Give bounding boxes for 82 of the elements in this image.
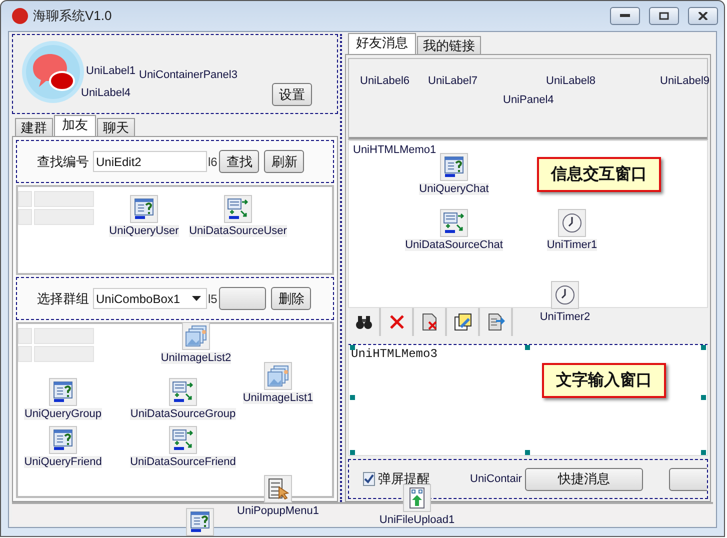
close-button[interactable]: [688, 7, 718, 25]
label: UniLabel8: [546, 75, 596, 87]
maximize-button[interactable]: [649, 7, 679, 25]
button[interactable]: 查找: [219, 150, 260, 173]
document-delete-icon: [420, 313, 438, 331]
label: UniLabel7: [428, 75, 478, 87]
label: UniContainerPanel3: [139, 69, 238, 81]
selection-handle[interactable]: [525, 450, 530, 455]
memo-text: UniHTMLMemo3: [351, 347, 438, 361]
tab[interactable]: 聊天: [97, 118, 135, 136]
table-question-icon[interactable]: [49, 378, 77, 406]
clock-icon[interactable]: [551, 281, 579, 309]
field-label: 查找编号: [37, 152, 90, 170]
selection-handle[interactable]: [350, 395, 355, 400]
dropdown[interactable]: UniComboBox1: [93, 288, 207, 309]
component-label: UniImageList1: [242, 392, 314, 404]
close-icon: [698, 12, 708, 20]
label: UniHTMLMemo1: [353, 144, 436, 156]
close-icon: [388, 313, 406, 331]
component-label: UniTimer2: [540, 311, 590, 323]
table-question-icon[interactable]: [49, 426, 77, 454]
label: UniLabel6: [360, 75, 410, 87]
table-arrows-icon[interactable]: [224, 195, 252, 223]
button[interactable]: 刷新: [264, 150, 304, 173]
table-arrows-icon[interactable]: [169, 426, 197, 454]
callout-label: 文字输入窗口: [542, 363, 666, 398]
clock-icon[interactable]: [558, 209, 586, 237]
button[interactable]: 快捷消息: [524, 468, 643, 490]
selection-handle[interactable]: [350, 450, 355, 455]
tab[interactable]: 加友: [54, 115, 96, 136]
component-label: UniFileUpload1: [379, 514, 455, 526]
menu-list-icon[interactable]: [264, 475, 292, 503]
component-label: UniDataSourceGroup: [130, 408, 236, 420]
label: l5: [208, 292, 218, 306]
stacked-pictures-icon[interactable]: [182, 322, 210, 350]
callout-label: 信息交互窗口: [537, 157, 661, 192]
stacked-pictures-icon[interactable]: [264, 362, 292, 390]
selection-handle[interactable]: [701, 395, 706, 400]
document-edit-icon: [454, 313, 472, 331]
field-label: 选择群组: [37, 290, 90, 308]
label: UniContair: [470, 473, 522, 485]
selection-handle[interactable]: [701, 450, 706, 455]
component-label: UniQueryUser: [109, 225, 179, 237]
button[interactable]: [219, 287, 266, 310]
table-question-icon[interactable]: [186, 508, 214, 536]
app-logo-icon: [12, 8, 28, 24]
table-question-icon[interactable]: [130, 195, 158, 223]
component-label: UniQueryGroup: [24, 408, 102, 420]
table-question-icon[interactable]: [440, 153, 468, 181]
component-label: UniDataSourceChat: [405, 239, 503, 251]
dropdown-arrow-icon: [192, 296, 202, 302]
minimize-icon: [620, 14, 630, 18]
window-title: 海聊系统V1.0: [33, 7, 113, 25]
label: UniLabel1: [86, 65, 136, 77]
button[interactable]: 删除: [271, 287, 312, 310]
label: l6: [208, 154, 218, 168]
checkbox[interactable]: [363, 472, 375, 486]
label: UniLabel4: [81, 87, 131, 99]
table-arrows-icon[interactable]: [169, 378, 197, 406]
maximize-icon: [659, 12, 669, 20]
component-label: UniQueryChat: [419, 183, 489, 195]
binoculars-icon: [354, 313, 372, 331]
upload-icon[interactable]: [403, 484, 431, 512]
component-label: UniDataSourceFriend: [130, 456, 236, 468]
selection-handle[interactable]: [350, 345, 355, 350]
input-field[interactable]: UniEdit2: [93, 151, 207, 172]
minimize-button[interactable]: [610, 7, 640, 25]
component-label: UniImageList2: [160, 352, 232, 364]
tab[interactable]: 建群: [15, 118, 53, 136]
button[interactable]: 设置: [272, 83, 312, 106]
table-arrows-icon[interactable]: [440, 209, 468, 237]
tab[interactable]: 好友消息: [348, 33, 416, 54]
document-export-icon: [486, 313, 504, 331]
component-label: UniDataSourceUser: [189, 225, 287, 237]
component-label: UniQueryFriend: [24, 456, 102, 468]
tab[interactable]: 我的链接: [417, 36, 481, 54]
selection-handle[interactable]: [701, 345, 706, 350]
component-label: UniTimer1: [546, 239, 598, 251]
component-label: UniPopupMenu1: [237, 505, 319, 517]
label: UniLabel9: [660, 75, 710, 87]
selection-handle[interactable]: [525, 345, 530, 350]
label: UniPanel4: [503, 94, 554, 106]
